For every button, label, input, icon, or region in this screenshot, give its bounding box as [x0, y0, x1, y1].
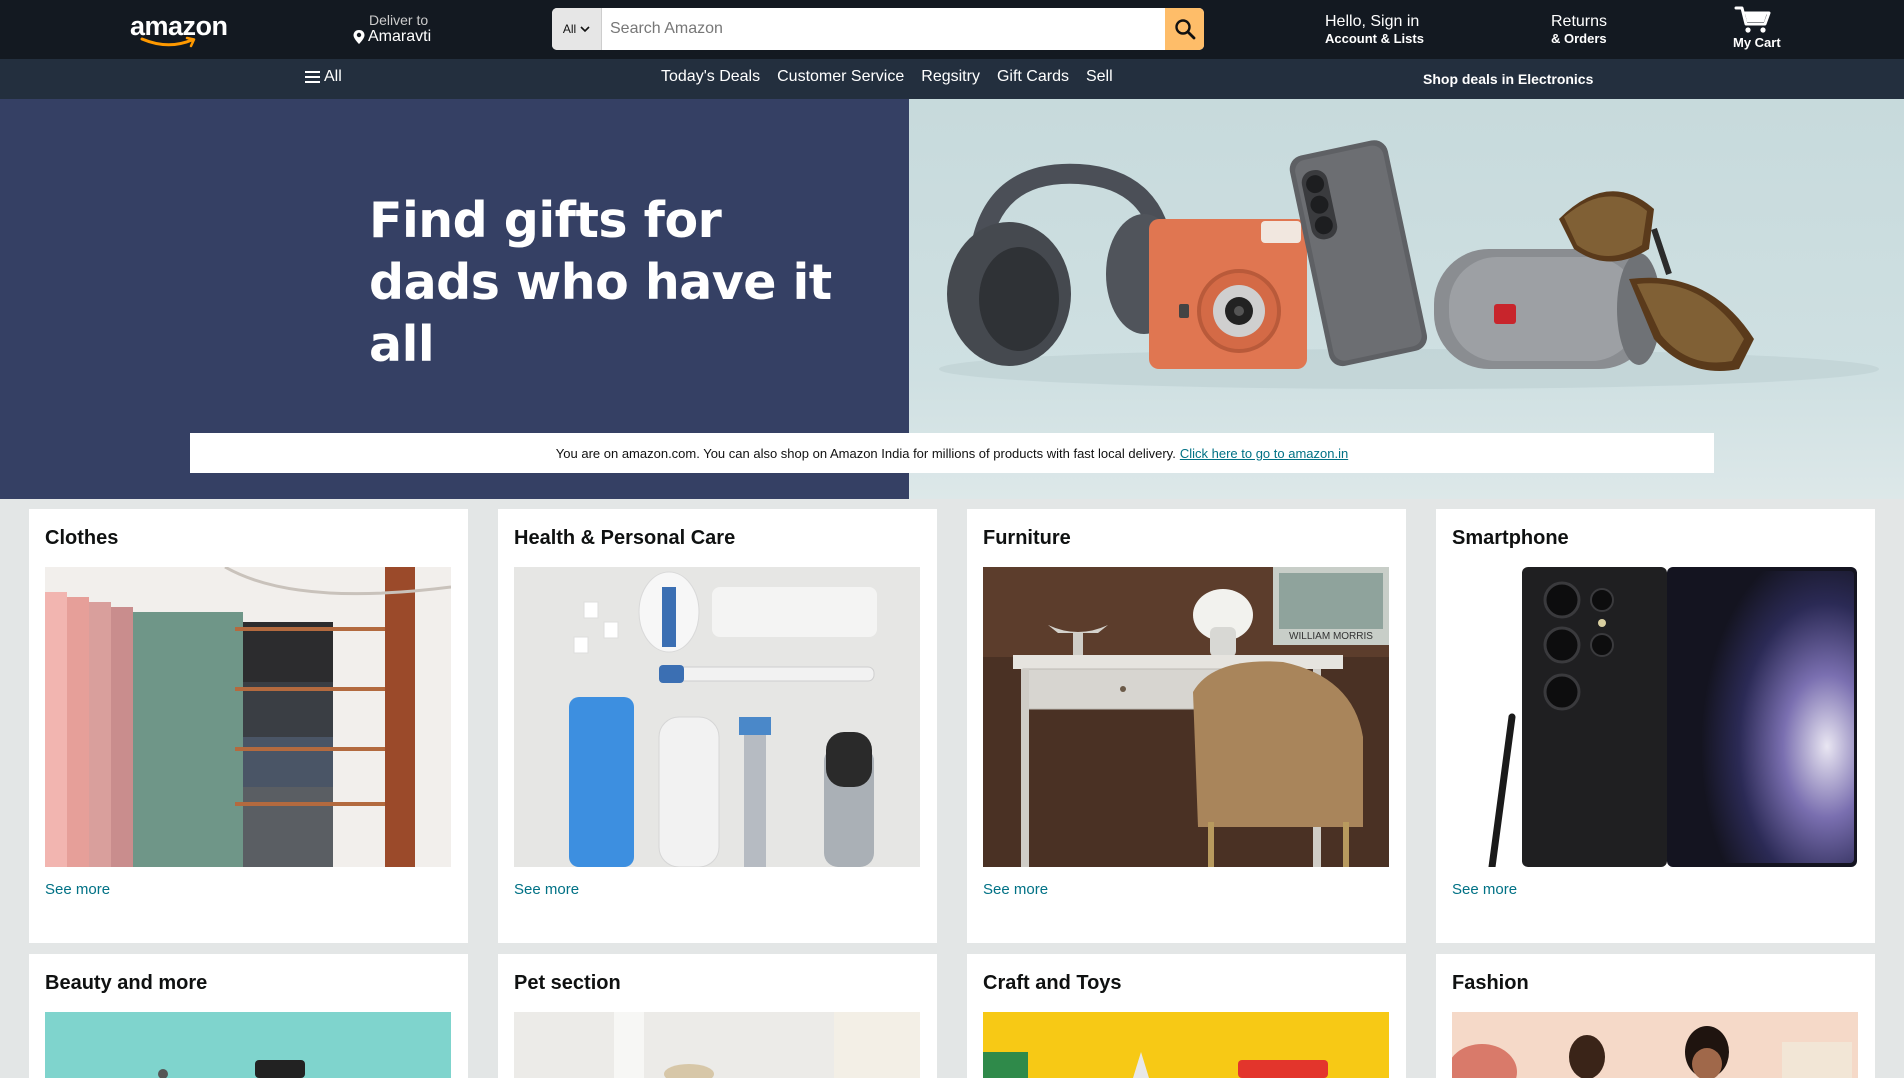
hero-title-line1: Find gifts for: [369, 192, 722, 249]
card-title: Furniture: [983, 527, 1071, 549]
nav-link-gift-cards[interactable]: Gift Cards: [997, 68, 1069, 86]
see-more-link[interactable]: See more: [45, 881, 110, 898]
search-bar: All: [552, 8, 1204, 50]
all-menu-button[interactable]: All: [305, 68, 342, 86]
deliver-label: Deliver to: [369, 12, 429, 28]
location-pin-icon: [353, 30, 365, 44]
category-card-health[interactable]: Health & Personal Care See more: [498, 509, 937, 943]
see-more-link[interactable]: See more: [983, 881, 1048, 898]
speaker-icon: [1434, 249, 1661, 369]
category-card-craft-toys[interactable]: Craft and Toys: [967, 954, 1406, 1078]
nav-link-sell[interactable]: Sell: [1086, 68, 1113, 86]
camera-icon: [1149, 219, 1307, 369]
nav-link-customer-service[interactable]: Customer Service: [777, 68, 904, 86]
top-nav: amazon Deliver to Amaravti All Search Am…: [0, 0, 1904, 59]
nav-link-todays-deals[interactable]: Today's Deals: [661, 68, 760, 86]
fashion-image[interactable]: [1452, 1012, 1858, 1078]
cart-button[interactable]: My Cart: [1730, 5, 1790, 53]
locale-notice: You are on amazon.com. You can also shop…: [190, 433, 1714, 473]
card-title: Craft and Toys: [983, 972, 1122, 994]
logo-smile-icon: [140, 36, 196, 48]
cart-icon: [1734, 6, 1771, 33]
smartphone-image[interactable]: [1452, 567, 1858, 867]
amazon-in-link[interactable]: Click here to go to amazon.in: [1180, 446, 1348, 461]
search-button[interactable]: [1165, 8, 1204, 50]
craft-toys-image[interactable]: [983, 1012, 1389, 1078]
hamburger-icon: [305, 71, 320, 83]
see-more-link[interactable]: See more: [1452, 881, 1517, 898]
account-greeting: Hello, Sign in: [1325, 13, 1420, 30]
category-card-pet[interactable]: Pet section: [498, 954, 937, 1078]
nav-link-registry[interactable]: Regsitry: [921, 68, 980, 86]
svg-text:WILLIAM MORRIS: WILLIAM MORRIS: [1289, 631, 1373, 642]
category-card-fashion[interactable]: Fashion: [1436, 954, 1875, 1078]
card-title: Fashion: [1452, 972, 1529, 994]
search-category-label: All: [562, 22, 577, 36]
sub-nav: All Today's Deals Customer Service Regsi…: [0, 59, 1904, 99]
returns-orders[interactable]: Returns & Orders: [1551, 13, 1607, 46]
orders-label: & Orders: [1551, 31, 1607, 46]
category-card-furniture[interactable]: Furniture WILLIAM MORRIS See more: [967, 509, 1406, 943]
hero-title-line2: dads who have it all: [369, 254, 832, 373]
see-more-link[interactable]: See more: [514, 881, 579, 898]
category-card-smartphone[interactable]: Smartphone See more: [1436, 509, 1875, 943]
card-title: Clothes: [45, 527, 119, 549]
search-input[interactable]: [602, 8, 1165, 50]
health-care-image[interactable]: [514, 567, 920, 867]
hero-banner[interactable]: Find gifts for dads who have it all You …: [0, 99, 1904, 499]
cart-label: My Cart: [1733, 35, 1781, 50]
deliver-location: Amaravti: [368, 28, 432, 45]
nav-links: Today's Deals Customer Service Regsitry …: [661, 68, 1113, 86]
amazon-logo[interactable]: amazon: [130, 12, 228, 50]
pet-image[interactable]: [514, 1012, 920, 1078]
deliver-to[interactable]: Deliver to Amaravti: [352, 12, 431, 46]
returns-label: Returns: [1551, 13, 1608, 30]
beauty-image[interactable]: [45, 1012, 451, 1078]
locale-notice-text: You are on amazon.com. You can also shop…: [555, 445, 1176, 461]
hero-title: Find gifts for dads who have it all: [369, 190, 889, 376]
headphones-icon: [947, 163, 1182, 366]
card-title: Pet section: [514, 972, 621, 994]
category-card-clothes[interactable]: Clothes See more: [29, 509, 468, 943]
furniture-image[interactable]: WILLIAM MORRIS: [983, 567, 1389, 867]
search-category-select[interactable]: All: [552, 8, 602, 50]
all-label: All: [324, 68, 342, 85]
account-lists[interactable]: Hello, Sign in Account & Lists: [1325, 13, 1424, 46]
category-card-beauty[interactable]: Beauty and more: [29, 954, 468, 1078]
electronics-promo-link[interactable]: Shop deals in Electronics: [1423, 71, 1593, 87]
search-icon: [1174, 19, 1195, 40]
phone-icon: [1289, 140, 1428, 367]
chevron-down-icon: [580, 26, 590, 33]
card-title: Beauty and more: [45, 972, 208, 994]
card-title: Smartphone: [1452, 527, 1569, 549]
account-lists-label: Account & Lists: [1325, 31, 1424, 46]
card-title: Health & Personal Care: [514, 527, 736, 549]
clothes-image[interactable]: [45, 567, 451, 867]
